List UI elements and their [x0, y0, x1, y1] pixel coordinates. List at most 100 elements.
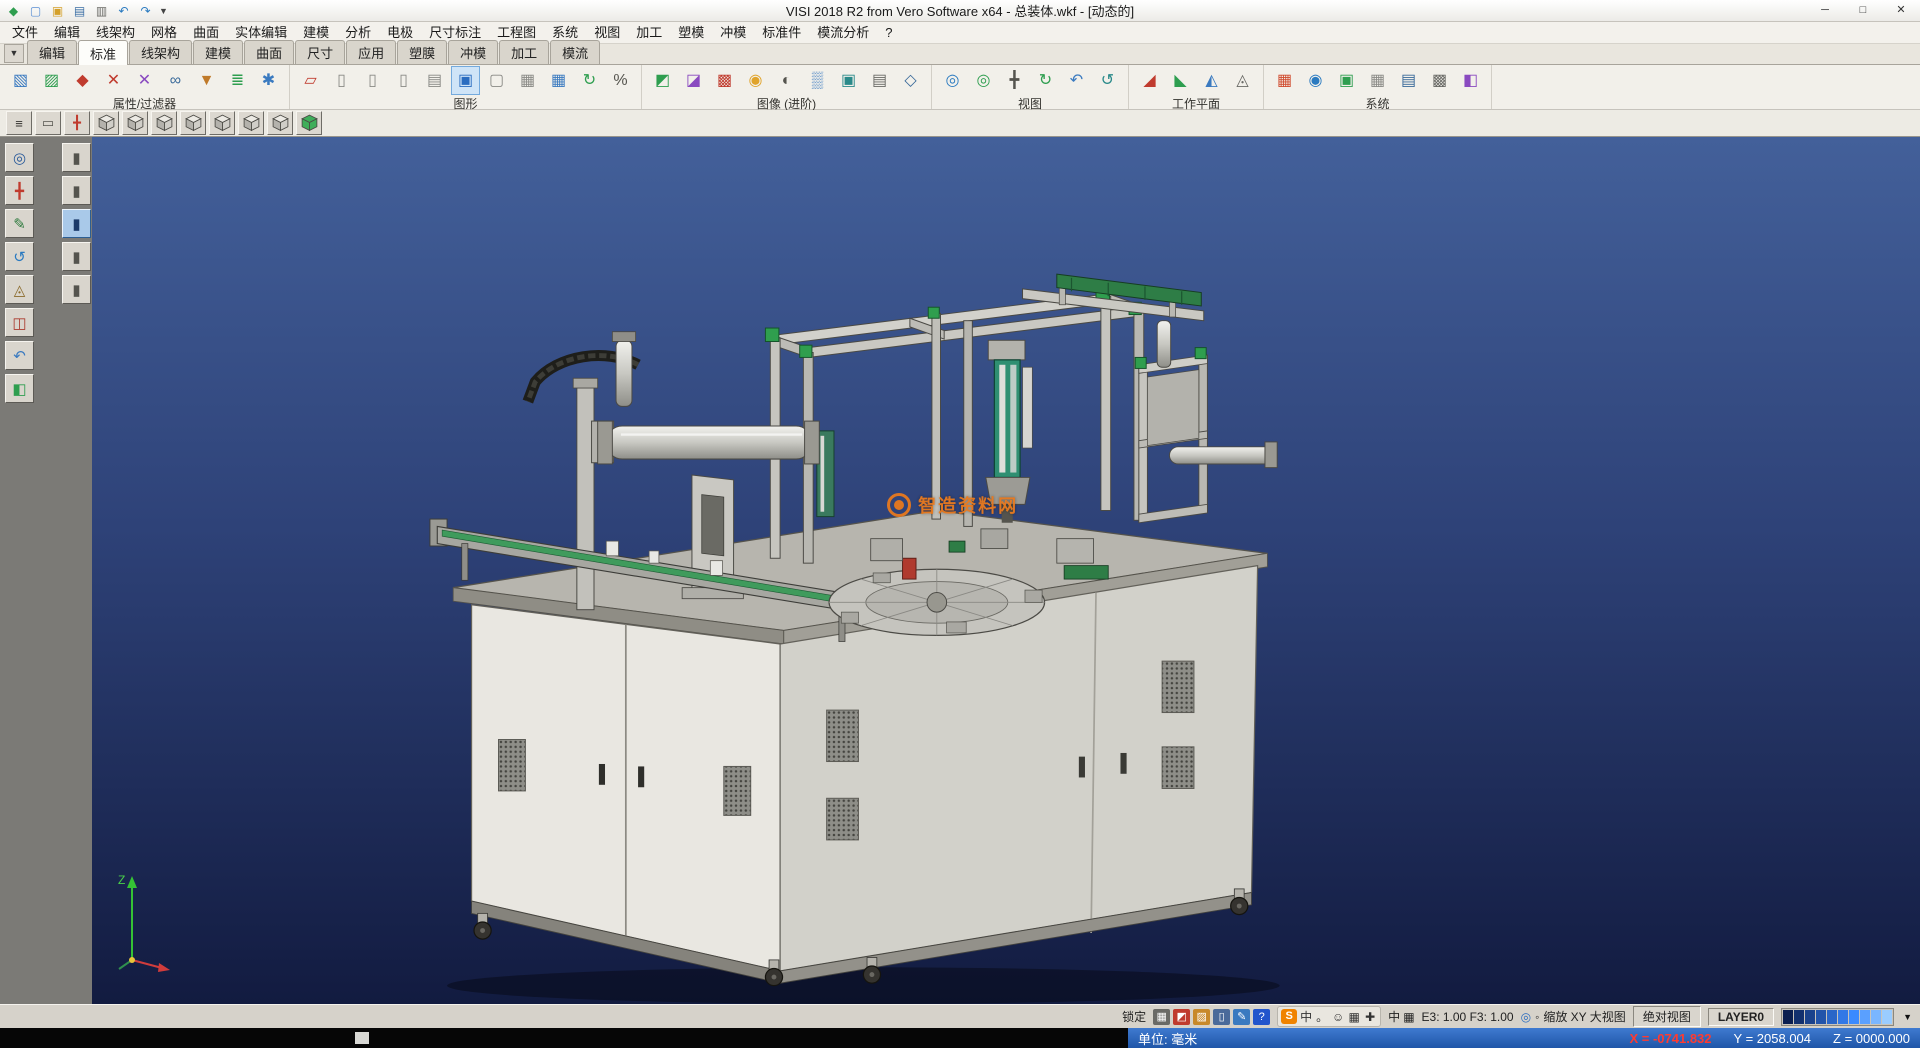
ime-punctuation-toggle[interactable]: 。 [1315, 1008, 1329, 1025]
attribute-copy-icon[interactable]: ▧ [6, 66, 35, 95]
measure-icon[interactable]: ◬ [5, 275, 34, 304]
view-mode-field[interactable]: 绝对视图 [1633, 1006, 1701, 1027]
light-icon[interactable]: ◉ [741, 66, 770, 95]
view-cube-iso-2[interactable] [122, 111, 148, 135]
undo-tool-icon[interactable]: ↶ [5, 341, 34, 370]
ribbon-tab[interactable]: 曲面 [244, 40, 294, 64]
ime-emoji-icon[interactable]: ☺ [1331, 1010, 1345, 1024]
display-mode-wireframe[interactable]: ▮ [62, 143, 91, 172]
ribbon-tab[interactable]: 加工 [499, 40, 549, 64]
display-mode-transparent[interactable]: ▮ [62, 275, 91, 304]
chip-icon[interactable]: ◧ [1456, 66, 1485, 95]
minimize-button[interactable]: ─ [1806, 0, 1844, 21]
workplane-3point-icon[interactable]: ◭ [1197, 66, 1226, 95]
filter-remove-icon[interactable]: ✕ [99, 66, 128, 95]
menu-item[interactable]: 标准件 [754, 22, 809, 43]
ribbon-tab[interactable]: 冲模 [448, 40, 498, 64]
redo-icon[interactable]: ↷ [136, 2, 155, 19]
color-swatch[interactable] [1794, 1010, 1804, 1024]
matrix-icon[interactable]: ▩ [1425, 66, 1454, 95]
snapshot-icon[interactable]: ▣ [834, 66, 863, 95]
menu-item[interactable]: 加工 [628, 22, 670, 43]
color-swatch[interactable] [1827, 1010, 1837, 1024]
dynamic-view-icon[interactable]: ↺ [5, 242, 34, 271]
attribute-match-icon[interactable]: ◆ [68, 66, 97, 95]
cylinder-view-icon-3[interactable]: ▯ [389, 66, 418, 95]
shaded-view-icon[interactable]: ▣ [451, 66, 480, 95]
view-cube-iso-1[interactable] [93, 111, 119, 135]
color-swatch[interactable] [1805, 1010, 1815, 1024]
workplane-align-icon[interactable]: ◣ [1166, 66, 1195, 95]
snap-grid-icon[interactable]: ▦ [1153, 1009, 1170, 1025]
ribbon-tab[interactable]: 塑膜 [397, 40, 447, 64]
status-dropdown-icon[interactable]: ▼ [1901, 1012, 1914, 1022]
erase-graphics-icon[interactable]: ▱ [296, 66, 325, 95]
layer-list-icon[interactable]: ≡ [6, 111, 32, 135]
material-icon[interactable]: ◪ [679, 66, 708, 95]
ribbon-tab[interactable]: 线架构 [129, 40, 192, 64]
menu-item[interactable]: ? [877, 22, 900, 43]
cylinder-view-icon-2[interactable]: ▯ [358, 66, 387, 95]
ribbon-tab[interactable]: 建模 [193, 40, 243, 64]
help-status-icon[interactable]: ? [1253, 1009, 1270, 1025]
hidden-line-icon[interactable]: ▦ [513, 66, 542, 95]
color-swatch[interactable] [1849, 1010, 1859, 1024]
menu-item[interactable]: 冲模 [712, 22, 754, 43]
3d-viewport[interactable]: 智造资料网 Z [92, 137, 1920, 1004]
color-swatch[interactable] [1882, 1010, 1892, 1024]
advanced-cube-icon[interactable]: ◇ [896, 66, 925, 95]
zoom-all-icon[interactable]: ◎ [969, 66, 998, 95]
axis-origin-icon[interactable]: ╋ [64, 111, 90, 135]
filter-settings-icon[interactable]: ✱ [254, 66, 283, 95]
app-icon[interactable]: ◆ [4, 2, 23, 19]
color-swatch[interactable] [1816, 1010, 1826, 1024]
sheet-icon[interactable]: ▤ [420, 66, 449, 95]
zoom-window-icon[interactable]: ◎ [938, 66, 967, 95]
maximize-button[interactable]: □ [1844, 0, 1882, 21]
transparency-icon[interactable]: % [606, 66, 635, 95]
redraw-view-icon[interactable]: ↺ [1093, 66, 1122, 95]
view-cube-shaded[interactable] [296, 111, 322, 135]
globe-icon[interactable]: ◉ [1301, 66, 1330, 95]
print-icon[interactable]: ▥ [92, 2, 111, 19]
view-cube-front[interactable] [180, 111, 206, 135]
display-mode-hidden[interactable]: ▮ [62, 176, 91, 205]
print-image-icon[interactable]: ▤ [865, 66, 894, 95]
filter-add-icon[interactable]: ✕ [130, 66, 159, 95]
ribbon-tab[interactable]: 标准 [78, 40, 128, 65]
filter-funnel-icon[interactable]: ▼ [192, 66, 221, 95]
attribute-paint-icon[interactable]: ▨ [37, 66, 66, 95]
wireframe-view-icon[interactable]: ▢ [482, 66, 511, 95]
sogou-ime-icon[interactable]: S [1281, 1009, 1297, 1024]
tab-dropdown-icon[interactable]: ▼ [4, 44, 24, 63]
flag-icon[interactable]: ◩ [1173, 1009, 1190, 1025]
close-button[interactable]: ✕ [1882, 0, 1920, 21]
filter-chain-icon[interactable]: ∞ [161, 66, 190, 95]
table-icon[interactable]: ▤ [1394, 66, 1423, 95]
erase-tool-icon[interactable]: ◫ [5, 308, 34, 337]
document-status-icon[interactable]: ▯ [1213, 1009, 1230, 1025]
color-swatch[interactable] [1838, 1010, 1848, 1024]
ribbon-tab[interactable]: 应用 [346, 40, 396, 64]
quick-pick-icon[interactable]: ╋ [5, 176, 34, 205]
filter-layers-icon[interactable]: ≣ [223, 66, 252, 95]
active-layer-field[interactable]: LAYER0 [1708, 1008, 1774, 1026]
menu-item[interactable]: 塑模 [670, 22, 712, 43]
menu-item[interactable]: 模流分析 [809, 22, 877, 43]
rotate-view-icon[interactable]: ↻ [1031, 66, 1060, 95]
color-swatch[interactable] [1860, 1010, 1870, 1024]
workplane-reset-icon[interactable]: ◬ [1228, 66, 1257, 95]
workplane-tool-icon[interactable]: ◧ [5, 374, 34, 403]
monitor-icon[interactable]: ▣ [1332, 66, 1361, 95]
win-lang-indicator[interactable]: 中 [1388, 1008, 1400, 1025]
view-cube-back[interactable] [267, 111, 293, 135]
cylinder-view-icon-1[interactable]: ▯ [327, 66, 356, 95]
blank-sheet-icon[interactable]: ▭ [35, 111, 61, 135]
color-palette-icon[interactable]: ▦ [1270, 66, 1299, 95]
win-keyboard-icon[interactable]: ▦ [1403, 1010, 1414, 1024]
calculator-icon[interactable]: ▦ [1363, 66, 1392, 95]
color-swatch[interactable] [1783, 1010, 1793, 1024]
render-icon[interactable]: ◩ [648, 66, 677, 95]
ime-keyboard-icon[interactable]: ▦ [1347, 1010, 1361, 1024]
ribbon-tab[interactable]: 模流 [550, 40, 600, 64]
